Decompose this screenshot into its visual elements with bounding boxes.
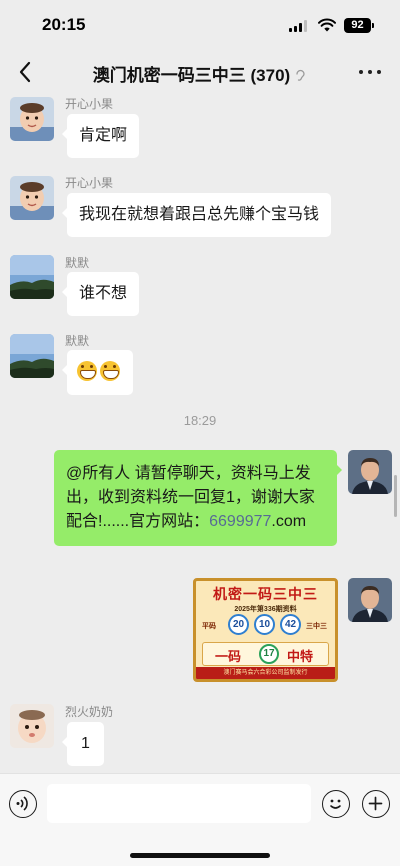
grinning-face-emoji xyxy=(100,361,120,381)
avatar-landscape[interactable] xyxy=(10,255,54,299)
poster-footer: 澳门赛马会六合彩公司监制发行 xyxy=(196,667,335,679)
message-bubble[interactable]: 肯定啊 xyxy=(61,114,140,158)
wifi-icon xyxy=(318,18,336,32)
avatar-landscape[interactable] xyxy=(10,334,54,378)
message-bubble[interactable]: 我现在就想着跟吕总先赚个宝马钱 xyxy=(61,193,332,237)
message-input-bar xyxy=(0,773,400,866)
number-ball: 10 xyxy=(254,614,275,635)
home-indicator xyxy=(130,853,270,858)
emoji-button[interactable] xyxy=(322,790,350,818)
more-options-button[interactable] xyxy=(358,62,382,82)
plus-circle-icon xyxy=(368,796,383,811)
poster-subtitle: 2025年第336期资料 xyxy=(234,606,297,613)
poster-left-label: 平码 xyxy=(202,623,216,630)
back-button[interactable] xyxy=(10,54,40,90)
status-time: 20:15 xyxy=(42,15,86,34)
message-bubble[interactable] xyxy=(62,350,133,395)
website-link[interactable]: 6699977 xyxy=(209,513,271,530)
poster-title: 机密一码三中三 xyxy=(213,587,318,603)
battery-indicator: 92 xyxy=(344,18,374,33)
chat-message-list[interactable]: 开心小果 肯定啊 开心小果 我现在就想着跟吕总先赚个宝马钱 默默 谁不想 默默 … xyxy=(0,92,400,773)
number-ball: 42 xyxy=(280,614,301,635)
message-input[interactable] xyxy=(47,784,311,823)
poster-right-label: 三中三 xyxy=(306,623,327,630)
sender-name: 开心小果 xyxy=(65,176,114,190)
cellular-signal-icon xyxy=(289,20,309,32)
voice-input-button[interactable] xyxy=(9,790,37,818)
poster-band-left: 一码 xyxy=(215,650,242,665)
chat-header: 澳门机密一码三中三 (370) xyxy=(0,52,400,92)
avatar-man-suit[interactable] xyxy=(348,578,392,622)
timestamp-divider: 18:29 xyxy=(183,413,217,428)
sender-name: 默默 xyxy=(65,334,90,348)
message-bubble[interactable]: 1 xyxy=(62,722,104,766)
avatar-baby[interactable] xyxy=(10,704,54,748)
message-text-suffix: .com xyxy=(271,513,307,530)
voice-input-icon xyxy=(16,796,28,811)
message-bubble-self[interactable]: @所有人 请暂停聊天，资料马上发出，收到资料统一回复1，谢谢大家配合!.....… xyxy=(54,450,342,546)
sender-name: 默默 xyxy=(65,256,90,270)
lottery-poster-image[interactable]: 机密一码三中三 2025年第336期资料 平码 20 10 42 三中三 一码 … xyxy=(193,578,338,682)
special-number-ball: 17 xyxy=(259,644,279,664)
ear-mute-icon xyxy=(296,69,305,81)
grinning-face-emoji xyxy=(77,361,97,381)
poster-band-right: 中特 xyxy=(287,650,314,665)
avatar-man-suit[interactable] xyxy=(348,450,392,494)
chat-title-wrap[interactable]: 澳门机密一码三中三 (370) xyxy=(60,61,340,86)
sender-name: 开心小果 xyxy=(65,97,114,111)
avatar-baby-boy[interactable] xyxy=(10,97,54,141)
status-bar: 20:15 92 xyxy=(0,0,400,52)
poster-number-row: 平码 20 10 42 三中三 xyxy=(196,614,335,638)
message-bubble[interactable]: 谁不想 xyxy=(61,272,140,316)
avatar-baby-boy[interactable] xyxy=(10,176,54,220)
number-ball: 20 xyxy=(228,614,249,635)
chat-title: 澳门机密一码三中三 (370) xyxy=(92,66,291,85)
emoji-face-icon xyxy=(330,799,341,809)
sender-name: 烈火奶奶 xyxy=(65,705,114,719)
more-functions-button[interactable] xyxy=(362,790,390,818)
poster-special-band: 一码 17 中特 xyxy=(202,642,329,666)
scrollbar[interactable] xyxy=(394,475,397,517)
